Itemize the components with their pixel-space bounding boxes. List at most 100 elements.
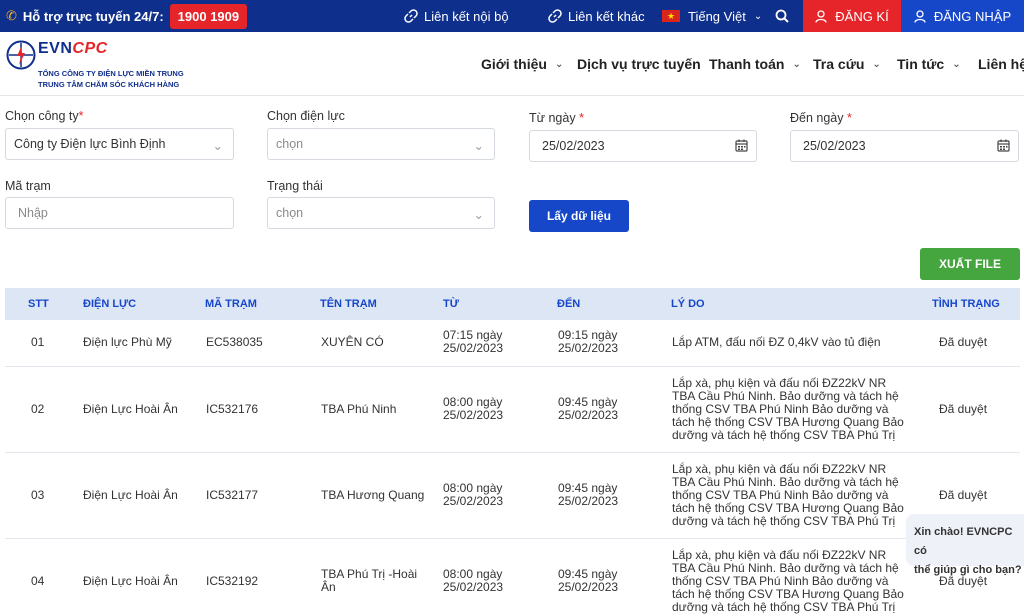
- nav-label: Liên hệ: [978, 56, 1024, 72]
- cell-code: EC538035: [206, 335, 263, 349]
- cell-name: XUYÊN CÓ: [321, 335, 384, 349]
- get-data-button[interactable]: Lấy dữ liệu: [529, 200, 629, 232]
- nav-item-lien-he[interactable]: Liên hệ: [978, 32, 1024, 96]
- cell-from: 07:15 ngày 25/02/2023: [443, 328, 504, 355]
- cell-stt: 01: [31, 335, 45, 349]
- chevron-down-icon: ⌄: [473, 208, 484, 222]
- evn-logo-icon[interactable]: [6, 40, 36, 70]
- nav-item-gioi-thieu[interactable]: Giới thiệu ⌄: [481, 32, 563, 96]
- cell-reason: Lắp ATM, đấu nối ĐZ 0,4kV vào tủ điện: [672, 335, 881, 349]
- logo-subtitle-2: TRUNG TÂM CHĂM SÓC KHÁCH HÀNG: [38, 80, 180, 89]
- status-placeholder: chọn: [276, 206, 304, 220]
- status-label: Trạng thái: [267, 179, 323, 193]
- from-date-value: 25/02/2023: [542, 139, 605, 153]
- phone-icon: ✆: [6, 8, 17, 23]
- user-icon: [815, 9, 827, 23]
- col-to: ĐẾN: [557, 298, 581, 310]
- cell-name: TBA Phú Trị -Hoài Ân: [321, 567, 418, 594]
- station-code-input[interactable]: Nhập: [5, 197, 234, 229]
- cell-to: 09:45 ngày 25/02/2023: [558, 395, 619, 422]
- cell-status: Đã duyệt: [939, 335, 988, 349]
- from-date-input[interactable]: 25/02/2023: [529, 130, 757, 162]
- chevron-down-icon: ⌄: [753, 10, 763, 22]
- cell-to: 09:15 ngày 25/02/2023: [558, 328, 619, 355]
- hotline-label: Hỗ trợ trực tuyến 24/7:: [22, 8, 164, 24]
- user-icon: [914, 9, 926, 23]
- chat-greeting-line2: thể giúp gì cho bạn?: [914, 564, 1022, 576]
- register-button[interactable]: ĐĂNG KÍ: [803, 0, 901, 32]
- cell-name: TBA Hương Quang: [321, 488, 425, 502]
- cell-power: Điện Lực Hoài Ân: [83, 402, 178, 416]
- to-date-label: Đến ngày *: [790, 111, 852, 125]
- table-header: STT ĐIỆN LỰC MÃ TRẠM TÊN TRẠM TỪ ĐẾN LÝ …: [5, 288, 1020, 320]
- cell-to: 09:45 ngày 25/02/2023: [558, 567, 619, 594]
- calendar-icon[interactable]: [997, 139, 1010, 152]
- login-button[interactable]: ĐĂNG NHẬP: [901, 0, 1024, 32]
- chevron-down-icon: ⌄: [952, 58, 961, 70]
- chat-greeting-line1: Xin chào! EVNCPC có: [914, 526, 1013, 557]
- nav-item-tra-cuu[interactable]: Tra cứu ⌄: [813, 32, 881, 96]
- language-select[interactable]: ★ Tiếng Việt ⌄: [662, 0, 762, 32]
- export-file-button[interactable]: XUẤT FILE: [920, 248, 1020, 280]
- chevron-down-icon: ⌄: [473, 139, 484, 153]
- cell-reason: Lắp xà, phụ kiện và đấu nối ĐZ22kV NR TBA…: [672, 462, 904, 528]
- internal-link[interactable]: Liên kết nội bộ: [404, 0, 509, 32]
- power-placeholder: chọn: [276, 137, 304, 151]
- internal-link-label: Liên kết nội bộ: [424, 8, 509, 24]
- other-link-label: Liên kết khác: [568, 8, 645, 24]
- logo-wordmark[interactable]: EVNCPC: [38, 40, 108, 58]
- chevron-down-icon: ⌄: [872, 58, 881, 70]
- station-code-label: Mã trạm: [5, 179, 51, 193]
- nav-item-dich-vu[interactable]: Dịch vụ trực tuyến: [577, 32, 701, 96]
- cell-code: IC532177: [206, 488, 259, 502]
- cell-from: 08:00 ngày 25/02/2023: [443, 567, 504, 594]
- site-header: EVNCPC TỔNG CÔNG TY ĐIỆN LỰC MIỀN TRUNG …: [0, 32, 1024, 96]
- cell-power: Điện Lực Hoài Ân: [83, 574, 178, 588]
- chevron-down-icon: ⌄: [554, 58, 564, 70]
- vietnam-flag-icon: ★: [662, 10, 680, 22]
- hotline-number[interactable]: 1900 1909: [169, 3, 248, 29]
- language-label: Tiếng Việt: [688, 8, 746, 24]
- search-icon: [775, 9, 789, 23]
- col-from: TỪ: [443, 298, 459, 310]
- cell-power: Điện lực Phù Mỹ: [83, 335, 172, 349]
- cell-code: IC532176: [206, 402, 259, 416]
- nav-label: Thanh toán: [709, 56, 785, 72]
- company-select[interactable]: Công ty Điện lực Bình Định ⌄: [5, 128, 234, 160]
- nav-item-thanh-toan[interactable]: Thanh toán ⌄: [709, 32, 801, 96]
- cell-code: IC532192: [206, 574, 259, 588]
- hotline: ✆ Hỗ trợ trực tuyến 24/7: 1900 1909: [6, 0, 248, 32]
- from-date-label: Từ ngày *: [529, 111, 584, 125]
- other-link[interactable]: Liên kết khác: [548, 0, 645, 32]
- table-row[interactable]: 01 Điện lực Phù Mỹ EC538035 XUYÊN CÓ 07:…: [5, 320, 1020, 367]
- table-row[interactable]: 03 Điện Lực Hoài Ân IC532177 TBA Hương Q…: [5, 453, 1020, 539]
- login-label: ĐĂNG NHẬP: [933, 8, 1012, 24]
- calendar-icon[interactable]: [735, 139, 748, 152]
- col-code: MÃ TRẠM: [205, 298, 257, 310]
- table-row[interactable]: 04 Điện Lực Hoài Ân IC532192 TBA Phú Trị…: [5, 539, 1020, 614]
- status-select[interactable]: chọn ⌄: [267, 197, 495, 229]
- to-date-value: 25/02/2023: [803, 139, 866, 153]
- nav-label: Giới thiệu: [481, 56, 547, 72]
- col-name: TÊN TRẠM: [320, 298, 377, 310]
- cell-stt: 04: [31, 574, 45, 588]
- company-label: Chọn công ty*: [5, 109, 84, 123]
- cell-reason: Lắp xà, phụ kiện và đấu nối ĐZ22kV NR TBA…: [672, 376, 904, 442]
- nav-label: Dịch vụ trực tuyến: [577, 56, 701, 72]
- col-status: TÌNH TRẠNG: [932, 298, 1000, 310]
- cell-status: Đã duyệt: [939, 402, 988, 416]
- chat-widget[interactable]: Xin chào! EVNCPC có thể giúp gì cho bạn?: [906, 514, 1024, 576]
- to-date-input[interactable]: 25/02/2023: [790, 130, 1019, 162]
- cell-stt: 03: [31, 488, 45, 502]
- cell-from: 08:00 ngày 25/02/2023: [443, 395, 504, 422]
- logo-subtitle-1: TỔNG CÔNG TY ĐIỆN LỰC MIỀN TRUNG: [38, 69, 184, 78]
- link-icon: [548, 9, 562, 23]
- cell-name: TBA Phú Ninh: [321, 402, 397, 416]
- search-button[interactable]: [775, 0, 795, 32]
- col-reason: LÝ DO: [671, 298, 705, 310]
- power-label: Chọn điện lực: [267, 109, 345, 123]
- link-icon: [404, 9, 418, 23]
- table-row[interactable]: 02 Điện Lực Hoài Ân IC532176 TBA Phú Nin…: [5, 367, 1020, 453]
- nav-item-tin-tuc[interactable]: Tin tức ⌄: [897, 32, 961, 96]
- power-select[interactable]: chọn ⌄: [267, 128, 495, 160]
